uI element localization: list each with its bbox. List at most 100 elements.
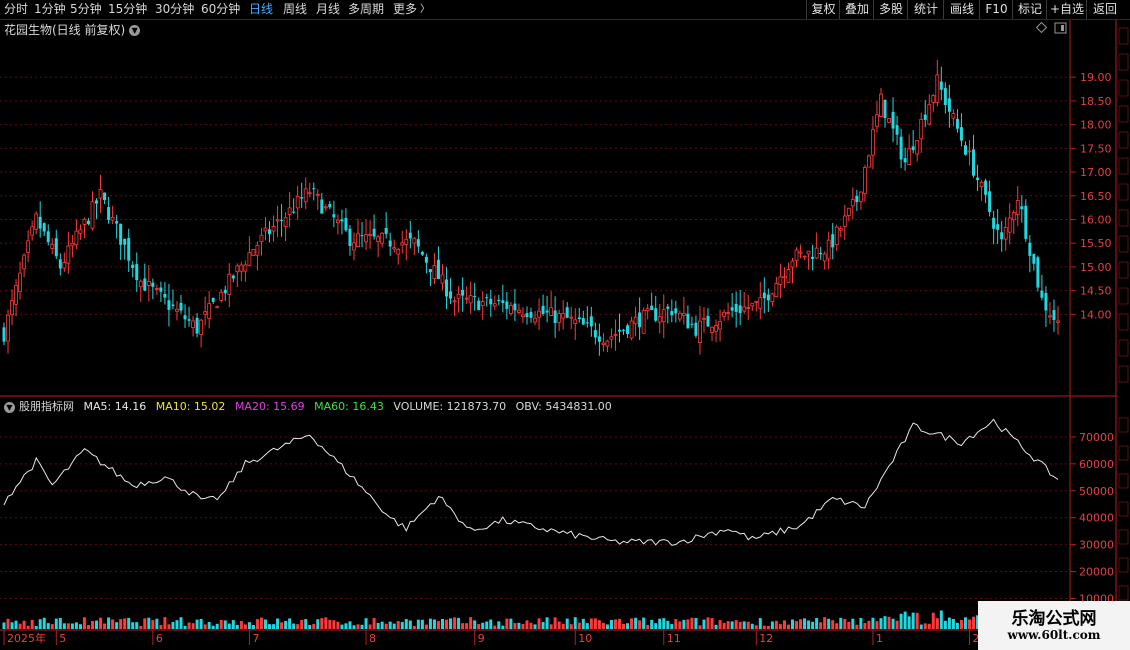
volume-bar xyxy=(581,618,585,629)
candle xyxy=(388,232,392,256)
volume-bar xyxy=(871,617,875,629)
volume-bar xyxy=(662,618,666,629)
mark-button[interactable]: 标记 xyxy=(1012,0,1047,19)
f10-button[interactable]: F10 xyxy=(979,0,1013,19)
panel-cell xyxy=(1118,209,1129,227)
candle xyxy=(464,286,469,305)
period-toolbar: 分时 1分钟 5分钟 15分钟 30分钟 60分钟 日线 周线 月线 多周期 更… xyxy=(0,0,1130,20)
volume-bar xyxy=(738,621,742,629)
candle xyxy=(702,306,706,333)
tab-weekly[interactable]: 周线 xyxy=(283,0,307,19)
volume-bar xyxy=(352,625,356,629)
candle xyxy=(1052,299,1056,332)
obv-series xyxy=(3,418,1059,546)
chevron-right-icon[interactable]: 〉 xyxy=(420,0,430,19)
candle xyxy=(468,281,473,314)
candle xyxy=(492,295,497,311)
tab-monthly[interactable]: 月线 xyxy=(316,0,340,19)
volume-bar xyxy=(501,625,505,629)
candle xyxy=(613,319,618,351)
candle xyxy=(718,309,722,342)
tab-daily[interactable]: 日线 xyxy=(249,0,273,19)
tab-30min[interactable]: 30分钟 xyxy=(155,0,194,19)
tab-1min[interactable]: 1分钟 xyxy=(34,0,66,19)
tab-fenshi[interactable]: 分时 xyxy=(4,0,28,19)
volume-bar xyxy=(790,619,794,629)
diamond-icon[interactable] xyxy=(1035,21,1048,34)
kline-chart[interactable]: 14.00 14.50 15.00 15.50 16.00 16.50 17.00 17.50… xyxy=(0,0,1130,650)
volume-bar xyxy=(171,622,175,629)
multi-stock-button[interactable]: 多股 xyxy=(873,0,908,19)
volume-bar xyxy=(626,623,630,629)
candle xyxy=(722,309,726,321)
volume-bar xyxy=(521,623,525,629)
stock-title[interactable]: 花园生物(日线 前复权) ▼ xyxy=(4,21,141,38)
panel-cell xyxy=(1118,473,1129,489)
candle xyxy=(794,247,799,268)
volume-bar xyxy=(18,623,22,629)
candle xyxy=(412,237,417,256)
watermark-logo: 乐淘公式网 www.60lt.com xyxy=(978,601,1130,650)
candle xyxy=(618,313,622,343)
chevron-down-icon[interactable]: ▼ xyxy=(129,25,141,36)
window-toggle-icon[interactable] xyxy=(1054,22,1067,34)
candle xyxy=(235,263,240,288)
overlay-button[interactable]: 叠加 xyxy=(839,0,874,19)
volume-bar xyxy=(445,619,449,629)
candle xyxy=(320,192,324,214)
candle xyxy=(263,217,268,241)
indicator-name[interactable]: 股朋指标网 xyxy=(19,400,74,413)
chevron-down-icon[interactable]: ▼ xyxy=(4,401,15,413)
candle xyxy=(255,241,260,271)
volume-bar xyxy=(247,622,251,629)
candle xyxy=(259,227,264,256)
candle xyxy=(424,253,428,274)
volume-bar xyxy=(907,616,911,629)
volume-bar xyxy=(268,624,272,629)
volume-bar xyxy=(368,624,372,629)
volume-bar xyxy=(227,623,231,629)
candle xyxy=(159,281,163,302)
volume-bar xyxy=(243,624,247,629)
candle xyxy=(915,139,920,162)
volume-bar xyxy=(702,619,706,629)
tab-60min[interactable]: 60分钟 xyxy=(201,0,240,19)
candle xyxy=(650,292,654,311)
candle xyxy=(822,251,827,270)
ma5-value: MA5: 14.16 xyxy=(83,400,147,413)
adjust-button[interactable]: 复权 xyxy=(806,0,840,19)
volume-bar xyxy=(461,623,465,629)
draw-line-button[interactable]: 画线 xyxy=(943,0,980,19)
volume-bar xyxy=(505,618,509,629)
candle xyxy=(131,261,135,278)
candle xyxy=(1003,216,1008,251)
statistics-button[interactable]: 统计 xyxy=(907,0,944,19)
volume-bar xyxy=(22,620,26,629)
volume-bar xyxy=(565,618,569,629)
candle xyxy=(54,229,58,260)
volume-bar xyxy=(14,620,18,629)
volume-bar xyxy=(235,624,239,629)
volume-bar xyxy=(959,619,963,629)
candle xyxy=(947,84,951,128)
candle xyxy=(871,116,875,170)
candle xyxy=(661,294,666,339)
volume-bar xyxy=(336,621,340,629)
tab-15min[interactable]: 15分钟 xyxy=(108,0,147,19)
tab-5min[interactable]: 5分钟 xyxy=(70,0,102,19)
volume-bar xyxy=(300,620,304,629)
back-button[interactable]: 返回 xyxy=(1086,0,1123,19)
candle xyxy=(420,250,424,256)
tab-more[interactable]: 更多 xyxy=(393,0,417,19)
volume-bar xyxy=(489,619,493,629)
volume-bar xyxy=(694,617,698,629)
tab-multi-period[interactable]: 多周期 xyxy=(348,0,384,19)
candle xyxy=(340,209,344,235)
volume-bar xyxy=(364,618,368,629)
candle xyxy=(1020,195,1024,223)
volume-bar xyxy=(191,623,195,629)
volume-bar xyxy=(203,624,207,629)
volume-bar xyxy=(529,622,533,629)
add-watchlist-button[interactable]: +自选 xyxy=(1046,0,1087,19)
candle xyxy=(143,263,147,292)
